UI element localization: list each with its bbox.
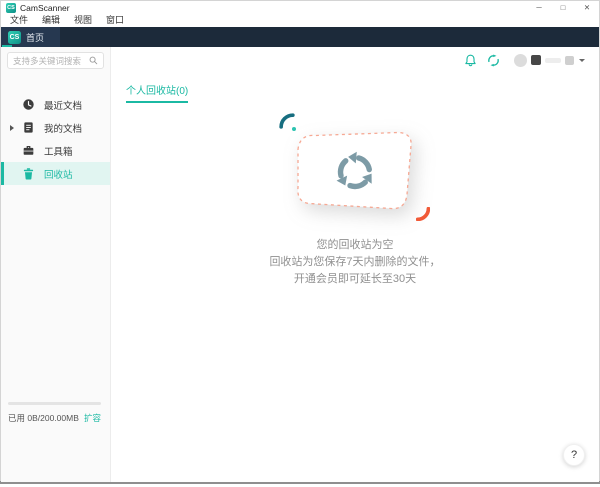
sync-icon[interactable]	[487, 54, 500, 67]
search-icon	[89, 56, 98, 65]
deco-teal-dot	[292, 127, 296, 131]
sidebar-item-my-docs[interactable]: 我的文档	[1, 116, 110, 139]
username-text	[545, 57, 561, 63]
sidebar-item-label: 工具箱	[44, 146, 73, 158]
window-controls: ─ □ ✕	[527, 1, 599, 14]
menu-bar: 文件 编辑 视图 窗口	[1, 14, 599, 27]
deco-orange-arc-icon	[416, 207, 430, 221]
menu-view[interactable]: 视图	[67, 14, 99, 27]
vip-badge-icon	[531, 55, 541, 65]
storage-used-label: 已用 0B/200.00MB	[8, 413, 79, 423]
storage-section: 已用 0B/200.00MB 扩容	[8, 402, 101, 424]
app-window: CS CamScanner ─ □ ✕ 文件 编辑 视图 窗口 CS 首页 支持…	[0, 0, 600, 482]
chevron-down-icon[interactable]	[579, 58, 585, 62]
sidebar-item-label: 回收站	[44, 169, 73, 181]
bell-icon[interactable]	[464, 53, 477, 67]
menu-window[interactable]: 窗口	[99, 14, 131, 27]
sidebar-item-recycle-bin[interactable]: 回收站	[1, 162, 110, 185]
storage-progress-bar	[8, 402, 101, 405]
clock-icon	[22, 98, 35, 111]
sidebar-item-recent-docs[interactable]: 最近文档	[1, 93, 110, 116]
document-icon	[22, 121, 35, 134]
minimize-button[interactable]: ─	[527, 1, 551, 14]
sidebar-item-label: 最近文档	[44, 100, 83, 112]
user-avatar[interactable]	[514, 53, 527, 67]
tab-home-label: 首页	[26, 32, 45, 43]
top-toolbar	[464, 53, 585, 67]
recycle-tabs: 个人回收站(0)	[111, 81, 599, 103]
sidebar-nav: 最近文档 我的文档 工具箱 回收站	[1, 93, 110, 185]
help-button[interactable]: ?	[563, 444, 585, 466]
app-logo-icon: CS	[6, 2, 16, 13]
search-input[interactable]	[13, 55, 89, 66]
account-badge-icon	[565, 55, 574, 65]
empty-line1: 回收站为您保存7天内删除的文件，	[269, 256, 441, 268]
menu-file[interactable]: 文件	[3, 14, 35, 27]
tab-accent-line	[2, 45, 12, 47]
cs-logo-icon: CS	[8, 30, 21, 44]
sidebar-item-toolbox[interactable]: 工具箱	[1, 139, 110, 162]
user-account-area[interactable]	[514, 53, 585, 67]
maximize-button[interactable]: □	[551, 1, 575, 14]
trash-icon	[22, 167, 35, 180]
empty-graphic	[279, 113, 430, 221]
toolbox-icon	[22, 144, 35, 157]
expand-arrow-icon[interactable]	[10, 124, 14, 131]
close-button[interactable]: ✕	[575, 1, 599, 14]
recycle-icon	[326, 143, 384, 190]
sidebar: 最近文档 我的文档	[1, 47, 111, 482]
tab-home[interactable]: CS 首页	[1, 27, 61, 47]
sidebar-item-label: 我的文档	[44, 123, 83, 135]
main-area: 个人回收站(0) 您的回收站为空 回收站为您保存7天内删除的文件， 开通会员即可…	[111, 47, 599, 482]
empty-title: 您的回收站为空	[316, 239, 394, 251]
title-bar: CS CamScanner ─ □ ✕	[1, 1, 599, 14]
empty-state-text: 您的回收站为空 回收站为您保存7天内删除的文件， 开通会员即可延长至30天	[269, 237, 440, 288]
tab-personal-recycle-bin[interactable]: 个人回收站(0)	[126, 82, 189, 103]
app-title: CamScanner	[20, 2, 70, 13]
empty-line2: 开通会员即可延长至30天	[293, 273, 417, 285]
tab-bar: CS 首页	[1, 27, 599, 47]
search-box[interactable]	[7, 52, 104, 69]
empty-state: 您的回收站为空 回收站为您保存7天内删除的文件， 开通会员即可延长至30天	[111, 113, 599, 288]
storage-expand-link[interactable]: 扩容	[84, 412, 101, 424]
menu-edit[interactable]: 编辑	[35, 14, 67, 27]
